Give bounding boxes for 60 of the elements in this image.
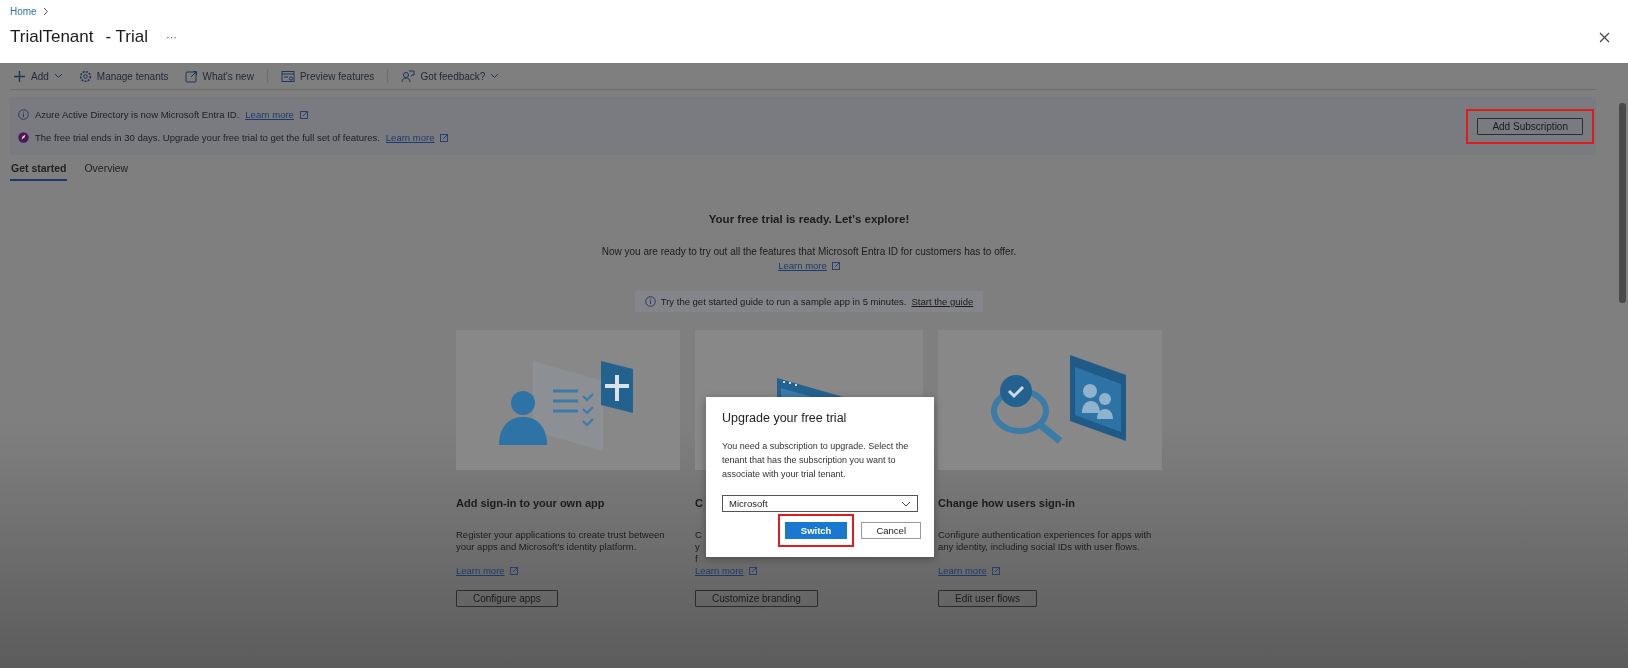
hero-title: Your free trial is ready. Let's explore! [708,213,910,225]
card-text: C [695,529,702,541]
dialog-title: Upgrade your free trial [722,411,848,425]
card-text: f [695,553,698,565]
switch-button[interactable]: Switch [784,522,848,539]
settings-icon [78,69,92,83]
external-link-icon [991,566,1000,575]
external-link-icon [831,261,840,270]
hero-text: Now you are ready to try out all the features that Microsoft Entra ID for customers has to offer. [601,246,1017,257]
external-link-icon [299,110,308,119]
toolbar-button[interactable]: What's new [181,69,257,83]
tab[interactable]: Get started [10,159,68,181]
dialog-text: You need a subscription to upgrade. Select the tenant that has the subscription you want to associate with your trial tenant. [722,440,910,481]
tab[interactable]: Overview [83,159,130,181]
learn-more-link[interactable]: Learn more [245,109,294,120]
cancel-button[interactable]: Cancel [861,522,921,539]
learn-more-link[interactable]: Learn more [778,260,827,271]
card-title: C [695,497,703,509]
guide-text: Try the get started guide to run a sample app in 5 minutes. [660,296,907,307]
start-guide-link[interactable]: Start the guide [911,296,974,307]
card-text: any identity, including social IDs with user flows. [938,541,1140,553]
learn-more-link[interactable]: Learn more [385,132,435,143]
more-button[interactable]: ··· [165,31,177,43]
external-link-icon [440,133,449,142]
page-title: TrialTenant [10,27,94,47]
person-chat-icon [401,69,416,83]
tenant-dropdown[interactable]: Microsoft [722,495,918,512]
breadcrumb-link[interactable]: Home [10,5,37,17]
scrollbar[interactable] [1619,103,1626,303]
card-action-button[interactable]: Customize branding [695,590,818,607]
card-title: Add sign-in to your own app [456,497,605,509]
toolbar-button[interactable]: Add [10,69,66,83]
learn-more-link[interactable]: Learn more [938,565,987,576]
add-subscription-button[interactable]: Add Subscription [1477,117,1583,135]
card-text: your apps and Microsoft's identity platform. [456,541,637,553]
card-action-button[interactable]: Edit user flows [938,590,1038,607]
external-link-icon [748,566,757,575]
close-icon[interactable] [1599,31,1610,43]
card-text: Register your applications to create trust between [456,529,665,541]
card-text: y [695,541,700,553]
toolbar-button[interactable]: Manage tenants [75,69,172,83]
chevron-down-icon [901,500,911,507]
preview-window-icon [280,69,295,83]
learn-more-link[interactable]: Learn more [695,565,744,576]
toolbar-button[interactable]: Got feedback? [398,69,503,83]
card-action-button[interactable]: Configure apps [456,590,558,607]
info-icon [644,296,656,307]
learn-more-link[interactable]: Learn more [456,565,505,576]
chevron-right-icon [42,6,49,16]
notice-text: Azure Active Directory is now Microsoft Entra ID. [35,109,240,120]
external-link-icon [509,566,518,575]
plus-icon [13,69,26,83]
rocket-badge-icon [18,132,29,143]
page-subtitle: - Trial [105,27,148,47]
toolbar-button[interactable]: Preview features [277,69,378,83]
card-title: Change how users sign-in [938,497,1075,509]
info-icon [18,109,29,120]
external-window-icon [184,69,198,83]
notice-text: The free trial ends in 30 days. Upgrade your free trial to get the full set of features. [35,132,380,143]
card-text: Configure authentication experiences for apps with [938,529,1152,541]
